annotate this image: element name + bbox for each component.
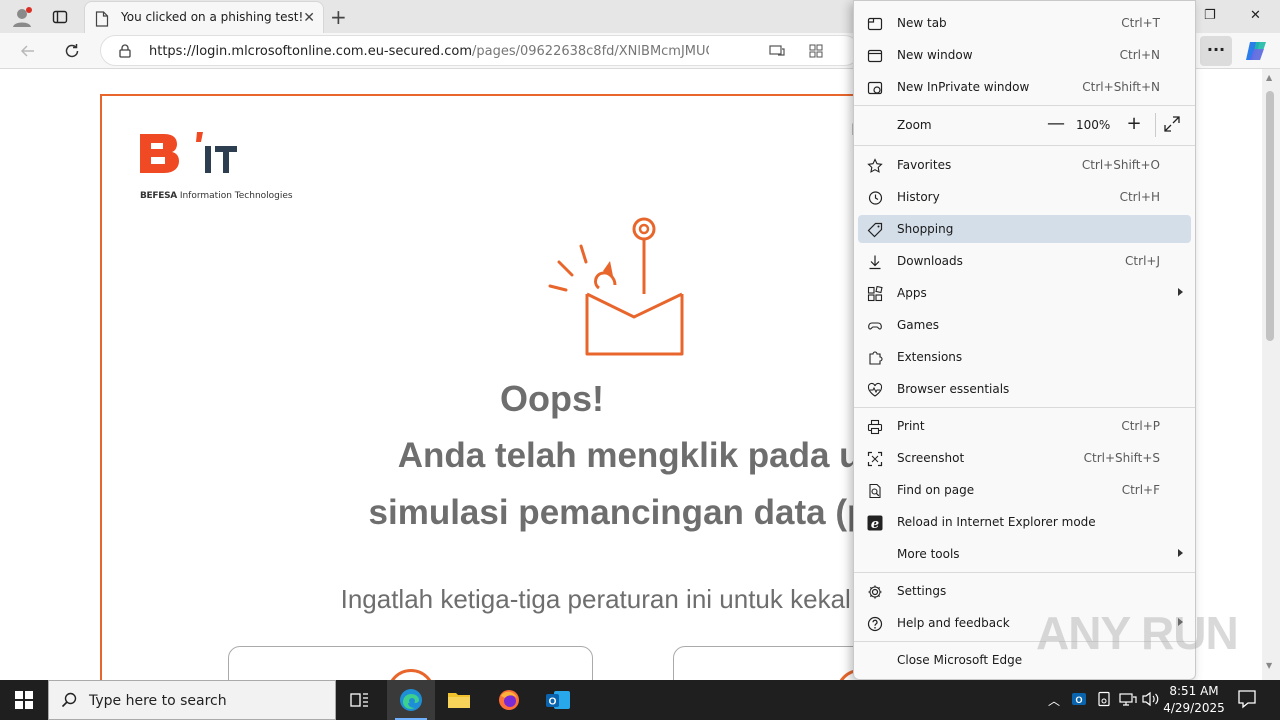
show-hidden-icons-chevron-icon[interactable]: ︿ — [1048, 692, 1060, 709]
fullscreen-icon[interactable] — [1163, 115, 1181, 136]
page-icon — [95, 11, 109, 30]
favorites-icon — [866, 157, 884, 175]
logo-caption: BEFESA Information Technologies — [140, 191, 293, 201]
windows-taskbar: Type here to search O ︿ O 8:51 AM 4/29/2… — [0, 680, 1280, 720]
edge-taskbar-icon[interactable] — [387, 680, 435, 720]
screen: You clicked on a phishing test! ✕ + ❐ ✕ … — [0, 0, 1280, 720]
read-aloud-icon[interactable] — [769, 44, 785, 61]
menu-separator — [854, 145, 1195, 146]
menu-item-print[interactable]: Print Ctrl+P — [858, 412, 1191, 440]
menu-item-downloads[interactable]: Downloads Ctrl+J — [858, 247, 1191, 275]
copilot-icon[interactable] — [1244, 39, 1270, 66]
new-tab-icon — [866, 15, 884, 33]
menu-item-history[interactable]: History Ctrl+H — [858, 183, 1191, 211]
ie-mode-icon: e — [866, 514, 884, 532]
phishing-hook-envelope-icon — [548, 217, 684, 356]
svg-text:e: e — [871, 517, 879, 531]
menu-item-apps[interactable]: Apps — [858, 279, 1191, 307]
svg-text:O: O — [549, 697, 557, 708]
scroll-thumb[interactable] — [1266, 91, 1274, 341]
submenu-arrow-icon — [1178, 288, 1183, 296]
task-view-icon[interactable] — [336, 680, 384, 720]
submenu-arrow-icon — [1178, 549, 1183, 557]
menu-item-find-on-page[interactable]: Find on page Ctrl+F — [858, 476, 1191, 504]
restore-window-button[interactable]: ❐ — [1204, 8, 1216, 23]
tab-actions-icon[interactable] — [48, 5, 72, 29]
games-icon — [866, 317, 884, 335]
settings-and-more-button[interactable]: ··· — [1200, 36, 1232, 66]
firefox-icon[interactable] — [485, 680, 533, 720]
menu-item-browser-essentials[interactable]: Browser essentials — [858, 375, 1191, 403]
help-icon — [866, 615, 884, 633]
browser-essentials-icon — [866, 381, 884, 399]
zoom-out-button[interactable]: — — [1044, 113, 1068, 137]
bit-logo-icon — [140, 132, 237, 173]
screenshot-icon — [866, 450, 884, 468]
menu-separator — [854, 105, 1195, 106]
menu-item-new-window[interactable]: New window Ctrl+N — [858, 41, 1191, 69]
menu-item-reload-ie-mode[interactable]: e Reload in Internet Explorer mode — [858, 508, 1191, 536]
scroll-down-icon[interactable]: ▼ — [1266, 661, 1272, 670]
search-placeholder: Type here to search — [89, 693, 227, 709]
network-icon[interactable] — [1119, 691, 1137, 710]
apps-icon — [866, 285, 884, 303]
windows-start-icon[interactable] — [0, 680, 48, 720]
app-available-icon[interactable] — [809, 44, 823, 61]
notification-center-icon[interactable] — [1236, 688, 1258, 713]
search-icon — [61, 692, 77, 711]
menu-item-favorites[interactable]: Favorites Ctrl+Shift+O — [858, 151, 1191, 179]
outlook-tray-icon[interactable]: O — [1071, 691, 1087, 710]
menu-separator — [854, 407, 1195, 408]
vertical-scrollbar[interactable]: ▲ ▼ — [1262, 69, 1280, 680]
extensions-icon — [866, 349, 884, 367]
menu-item-new-inprivate-window[interactable]: New InPrivate window Ctrl+Shift+N — [858, 73, 1191, 101]
clock-date: 4/29/2025 — [1163, 701, 1225, 715]
find-icon — [866, 482, 884, 500]
history-icon — [866, 189, 884, 207]
refresh-icon[interactable] — [60, 39, 84, 63]
downloads-icon — [866, 253, 884, 271]
clock-time: 8:51 AM — [1169, 684, 1219, 698]
menu-item-new-tab[interactable]: New tab Ctrl+T — [858, 9, 1191, 37]
zoom-in-button[interactable]: + — [1122, 113, 1146, 137]
scroll-up-icon[interactable]: ▲ — [1266, 73, 1272, 82]
new-window-icon — [866, 47, 884, 65]
menu-item-screenshot[interactable]: Screenshot Ctrl+Shift+S — [858, 444, 1191, 472]
print-icon — [866, 418, 884, 436]
new-tab-button[interactable]: + — [330, 5, 347, 29]
svg-text:O: O — [1075, 695, 1082, 705]
lock-icon[interactable] — [119, 44, 131, 61]
inprivate-icon — [866, 79, 884, 97]
device-tray-icon[interactable] — [1096, 691, 1112, 710]
close-window-button[interactable]: ✕ — [1250, 8, 1261, 23]
tab-title: You clicked on a phishing test! — [121, 10, 304, 24]
taskbar-clock[interactable]: 8:51 AM 4/29/2025 — [1158, 683, 1230, 717]
settings-and-more-menu: New tab Ctrl+T New window Ctrl+N New InP… — [853, 0, 1196, 680]
menu-item-shopping[interactable]: Shopping — [858, 215, 1191, 243]
anyrun-watermark: ANY RUN — [1036, 607, 1239, 659]
menu-item-settings[interactable]: Settings — [858, 577, 1191, 605]
back-arrow-icon[interactable] — [16, 39, 40, 63]
menu-item-more-tools[interactable]: More tools — [858, 540, 1191, 568]
shopping-tag-icon — [866, 221, 884, 239]
active-tab[interactable]: You clicked on a phishing test! ✕ — [84, 1, 324, 33]
zoom-level: 100% — [1076, 118, 1111, 132]
profile-icon[interactable] — [10, 5, 34, 29]
url-text[interactable]: https://login.mlcrosoftonline.com.eu-sec… — [149, 44, 709, 59]
settings-icon — [866, 583, 884, 601]
menu-item-zoom: Zoom — 100% + — [858, 111, 1191, 139]
zoom-divider — [1155, 113, 1156, 137]
taskbar-search-box[interactable]: Type here to search — [48, 680, 336, 720]
menu-item-extensions[interactable]: Extensions — [858, 343, 1191, 371]
file-explorer-icon[interactable] — [435, 680, 483, 720]
menu-separator — [854, 572, 1195, 573]
menu-item-games[interactable]: Games — [858, 311, 1191, 339]
outlook-icon[interactable]: O — [534, 680, 582, 720]
address-bar[interactable]: https://login.mlcrosoftonline.com.eu-sec… — [100, 35, 860, 66]
close-tab-icon[interactable]: ✕ — [303, 10, 315, 26]
